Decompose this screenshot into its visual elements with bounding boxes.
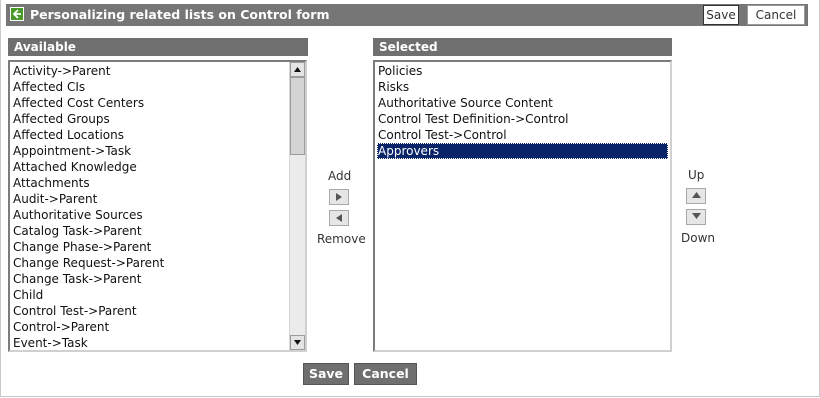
down-label: Down: [681, 231, 716, 245]
available-list: Activity->Parent Affected CIs Affected Cos…: [12, 63, 287, 350]
back-arrow-icon[interactable]: [10, 7, 24, 21]
page-title: Personalizing related lists on Control f…: [30, 7, 330, 22]
selected-list: Policies Risks Authoritative Source Conten…: [377, 63, 668, 159]
available-option[interactable]: Attachments: [12, 175, 287, 191]
available-option[interactable]: Control->Parent: [12, 319, 287, 335]
add-label: Add: [328, 169, 352, 183]
remove-label: Remove: [317, 232, 366, 246]
header-save-button[interactable]: Save: [703, 5, 739, 25]
selected-option[interactable]: Control Test Definition->Control: [377, 111, 668, 127]
up-label: Up: [688, 168, 705, 182]
move-down-button[interactable]: [686, 209, 706, 225]
title-bar: Personalizing related lists on Control f…: [6, 4, 808, 26]
remove-button[interactable]: [329, 210, 349, 226]
available-option[interactable]: Appointment->Task: [12, 143, 287, 159]
save-button[interactable]: Save: [303, 363, 349, 385]
available-listbox[interactable]: Activity->Parent Affected CIs Affected Cos…: [8, 60, 307, 352]
scroll-up-button[interactable]: [290, 62, 305, 77]
available-heading: Available: [8, 38, 308, 56]
selected-listbox[interactable]: Policies Risks Authoritative Source Conten…: [373, 60, 672, 352]
move-up-button[interactable]: [686, 188, 706, 204]
available-option[interactable]: Attached Knowledge: [12, 159, 287, 175]
available-option[interactable]: Change Request->Parent: [12, 255, 287, 271]
available-option[interactable]: Event->Task: [12, 335, 287, 350]
available-option[interactable]: Authoritative Sources: [12, 207, 287, 223]
selected-option[interactable]: Approvers: [377, 143, 668, 159]
arrow-up-icon: [687, 192, 705, 198]
available-option[interactable]: Audit->Parent: [12, 191, 287, 207]
selected-option[interactable]: Policies: [377, 63, 668, 79]
arrow-down-icon: [687, 213, 705, 219]
available-option[interactable]: Affected CIs: [12, 79, 287, 95]
header-cancel-button[interactable]: Cancel: [747, 5, 805, 25]
available-option[interactable]: Activity->Parent: [12, 63, 287, 79]
selected-heading: Selected: [373, 38, 672, 56]
available-option[interactable]: Affected Locations: [12, 127, 287, 143]
available-option[interactable]: Affected Cost Centers: [12, 95, 287, 111]
scroll-thumb[interactable]: [290, 77, 305, 155]
cancel-button[interactable]: Cancel: [354, 363, 417, 385]
selected-option[interactable]: Control Test->Control: [377, 127, 668, 143]
available-option[interactable]: Child: [12, 287, 287, 303]
selected-option[interactable]: Authoritative Source Content: [377, 95, 668, 111]
available-option[interactable]: Control Test->Parent: [12, 303, 287, 319]
scroll-down-button[interactable]: [290, 335, 305, 350]
add-button[interactable]: [329, 189, 349, 205]
arrow-left-icon: [330, 214, 348, 222]
available-option[interactable]: Catalog Task->Parent: [12, 223, 287, 239]
selected-option[interactable]: Risks: [377, 79, 668, 95]
available-option[interactable]: Affected Groups: [12, 111, 287, 127]
available-scrollbar[interactable]: [289, 62, 305, 350]
arrow-right-icon: [330, 193, 348, 201]
available-option[interactable]: Change Task->Parent: [12, 271, 287, 287]
available-option[interactable]: Change Phase->Parent: [12, 239, 287, 255]
